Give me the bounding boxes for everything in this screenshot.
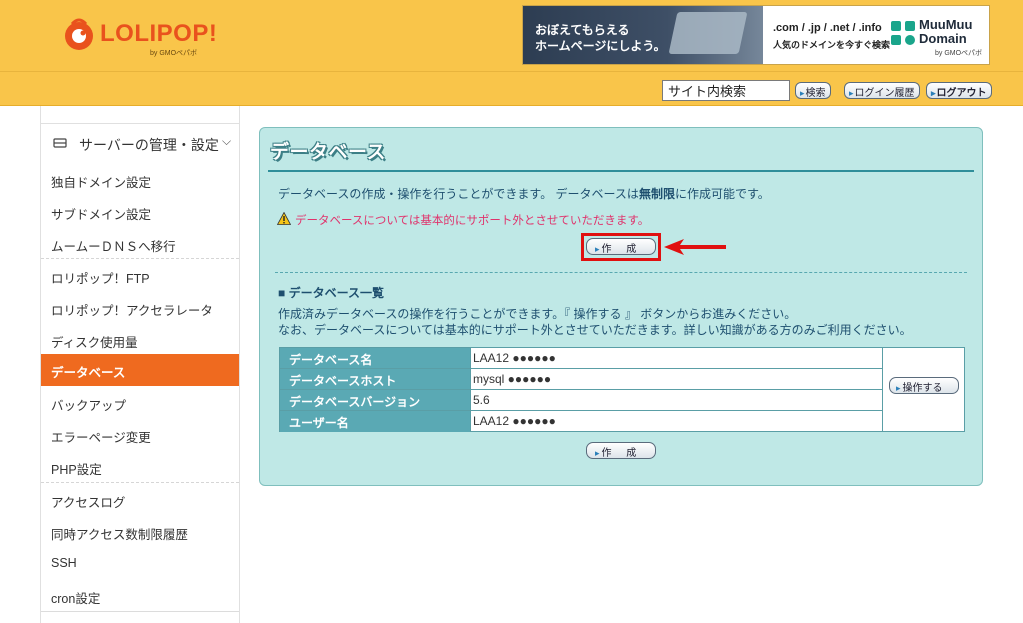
warning-icon: [277, 212, 291, 225]
logo-text: LOLIPOP!: [100, 20, 218, 47]
sidebar-section-label: サーバーの管理・設定: [79, 137, 219, 153]
sidebar-divider: [41, 482, 239, 483]
sidebar-item-subdomain[interactable]: サブドメイン設定: [41, 196, 239, 228]
site-header: LOLIPOP! by GMOペパボ おぼえてもらえる ホームページにしよう。 …: [0, 0, 1023, 106]
sidebar-item-disk-usage[interactable]: ディスク使用量: [41, 324, 239, 356]
section-divider: [275, 272, 967, 273]
sidebar-bottom-rule: [41, 611, 239, 612]
banner-line2: ホームページにしよう。: [535, 39, 666, 53]
lolipop-logo[interactable]: LOLIPOP! by GMOペパボ: [62, 16, 232, 60]
lolipop-logo-icon: [65, 18, 93, 50]
sidebar-item-ssh[interactable]: SSH: [41, 548, 239, 580]
database-table: データベース名 LAA12 ●●●●●● データベースホスト mysql ●●●…: [279, 347, 965, 432]
banner-photo: [668, 12, 748, 54]
sidebar-item-backup[interactable]: バックアップ: [41, 387, 239, 419]
database-list-heading: ■ データベース一覧: [278, 286, 384, 300]
table-row: データベース名 LAA12 ●●●●●●: [280, 348, 882, 369]
sidebar-item-access-limit-history[interactable]: 同時アクセス数制限履歴: [41, 516, 239, 548]
db-user-value: LAA12 ●●●●●●: [473, 414, 556, 428]
banner-brand-area: .com / .jp / .net / .info 人気のドメインを今すぐ検索 …: [763, 6, 989, 64]
muumuu-brand-sub: by GMOペパボ: [935, 50, 983, 57]
red-arrow-icon: [664, 239, 726, 255]
db-host-label: データベースホスト: [280, 369, 471, 389]
sidebar-item-ftp[interactable]: ロリポップ！FTP: [41, 260, 239, 292]
db-version-value: 5.6: [473, 393, 490, 407]
db-name-label: データベース名: [280, 348, 471, 368]
search-button[interactable]: 検索: [795, 82, 831, 99]
sidebar-item-muumuu-dns[interactable]: ムームーＤＮＳへ移行: [41, 228, 239, 260]
muumuu-brand: MuuMuu Domain: [919, 17, 973, 46]
title-underline: [268, 170, 974, 172]
sidebar-item-accelerator[interactable]: ロリポップ！アクセラレータ: [41, 292, 239, 324]
header-divider: [0, 71, 1023, 72]
sidebar-item-cron[interactable]: cron設定: [41, 580, 239, 612]
banner-photo-area: おぼえてもらえる ホームページにしよう。: [523, 6, 763, 64]
table-row: ユーザー名 LAA12 ●●●●●●: [280, 411, 882, 432]
logo-sub: by GMOペパボ: [150, 50, 198, 57]
server-icon: [53, 138, 67, 148]
intro-text: データベースの作成・操作を行うことができます。 データベースは無制限に作成可能で…: [278, 185, 770, 202]
muumuu-ad-banner[interactable]: おぼえてもらえる ホームページにしよう。 .com / .jp / .net /…: [522, 5, 990, 65]
support-warning: データベースについては基本的にサポート外とさせていただきます。: [295, 215, 650, 227]
sidebar-top-spacer: [41, 106, 239, 124]
database-panel: データベース データベースの作成・操作を行うことができます。 データベースは無制…: [259, 127, 983, 486]
database-list-desc1: 作成済みデータベースの操作を行うことができます。『 操作する 』 ボタンからお進…: [278, 307, 797, 321]
db-version-label: データベースバージョン: [280, 390, 471, 410]
create-button-bottom[interactable]: 作 成: [586, 442, 656, 459]
db-host-value: mysql ●●●●●●: [473, 372, 552, 386]
table-row: データベースバージョン 5.6: [280, 390, 882, 411]
db-user-label: ユーザー名: [280, 411, 471, 432]
intro-prefix: データベースの作成・操作を行うことができます。 データベースは: [278, 187, 639, 201]
sidebar-item-php[interactable]: PHP設定: [41, 451, 239, 483]
sidebar-item-error-page[interactable]: エラーページ変更: [41, 419, 239, 451]
table-row: データベースホスト mysql ●●●●●●: [280, 369, 882, 390]
banner-tlds: .com / .jp / .net / .info: [773, 22, 882, 34]
sidebar-item-custom-domain[interactable]: 独自ドメイン設定: [41, 164, 239, 196]
intro-suffix: に作成可能です。: [674, 187, 770, 201]
login-history-button[interactable]: ログイン履歴: [844, 82, 920, 99]
logout-button[interactable]: ログアウト: [926, 82, 992, 99]
sidebar-section-server-settings[interactable]: サーバーの管理・設定 ⌵: [41, 124, 239, 164]
intro-bold: 無制限: [638, 187, 675, 201]
site-search-input[interactable]: [662, 80, 790, 101]
create-button-top[interactable]: 作 成: [586, 238, 656, 255]
chevron-down-icon: ⌵: [222, 134, 232, 148]
db-name-value: LAA12 ●●●●●●: [473, 351, 556, 365]
banner-line1: おぼえてもらえる: [535, 23, 630, 37]
page-title: データベース: [270, 142, 387, 163]
sidebar-item-access-log[interactable]: アクセスログ: [41, 484, 239, 516]
sidebar-divider: [41, 258, 239, 259]
table-action-cell: 操作する: [882, 348, 964, 431]
database-list-desc2: なお、データベースについては基本的にサポート外とさせていただきます。詳しい知識が…: [278, 323, 912, 337]
banner-tagline: 人気のドメインを今すぐ検索: [773, 40, 891, 50]
sidebar: サーバーの管理・設定 ⌵ 独自ドメイン設定 サブドメイン設定 ムームーＤＮＳへ移…: [40, 106, 240, 623]
muumuu-logo-icon: [891, 21, 915, 45]
operate-button[interactable]: 操作する: [889, 377, 959, 394]
sidebar-item-database[interactable]: データベース: [41, 354, 239, 386]
